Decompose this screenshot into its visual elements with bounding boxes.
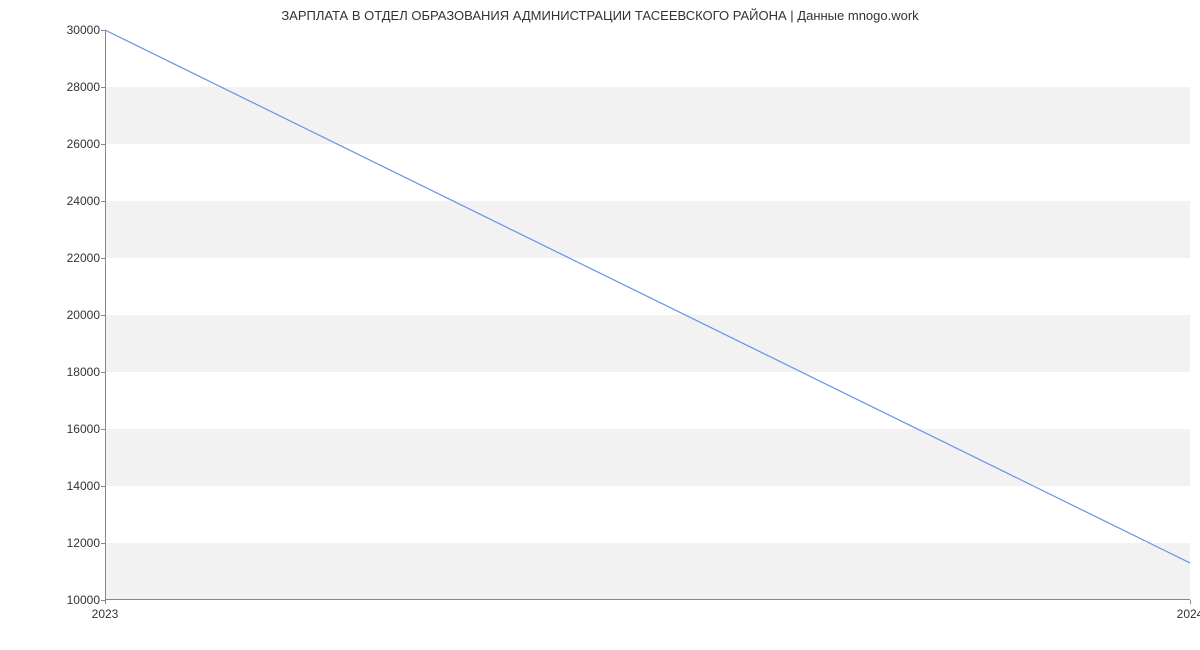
y-tick-mark (101, 543, 105, 544)
y-tick-mark (101, 429, 105, 430)
y-tick-mark (101, 30, 105, 31)
x-tick-label: 2024 (1177, 607, 1200, 621)
y-tick-label: 10000 (40, 593, 100, 607)
y-tick-mark (101, 87, 105, 88)
y-tick-label: 26000 (40, 137, 100, 151)
chart-title: ЗАРПЛАТА В ОТДЕЛ ОБРАЗОВАНИЯ АДМИНИСТРАЦ… (0, 8, 1200, 23)
y-tick-mark (101, 372, 105, 373)
line-series (105, 30, 1190, 600)
x-tick-mark (1190, 600, 1191, 604)
y-tick-label: 24000 (40, 194, 100, 208)
y-tick-label: 18000 (40, 365, 100, 379)
y-tick-label: 30000 (40, 23, 100, 37)
plot-area (105, 30, 1190, 600)
y-tick-mark (101, 144, 105, 145)
y-tick-mark (101, 486, 105, 487)
y-tick-label: 14000 (40, 479, 100, 493)
y-tick-label: 16000 (40, 422, 100, 436)
y-tick-label: 28000 (40, 80, 100, 94)
y-tick-mark (101, 201, 105, 202)
y-tick-mark (101, 315, 105, 316)
y-tick-label: 20000 (40, 308, 100, 322)
y-tick-label: 22000 (40, 251, 100, 265)
x-tick-mark (105, 600, 106, 604)
x-tick-label: 2023 (92, 607, 119, 621)
y-tick-label: 12000 (40, 536, 100, 550)
chart-container: ЗАРПЛАТА В ОТДЕЛ ОБРАЗОВАНИЯ АДМИНИСТРАЦ… (0, 0, 1200, 650)
y-tick-mark (101, 258, 105, 259)
